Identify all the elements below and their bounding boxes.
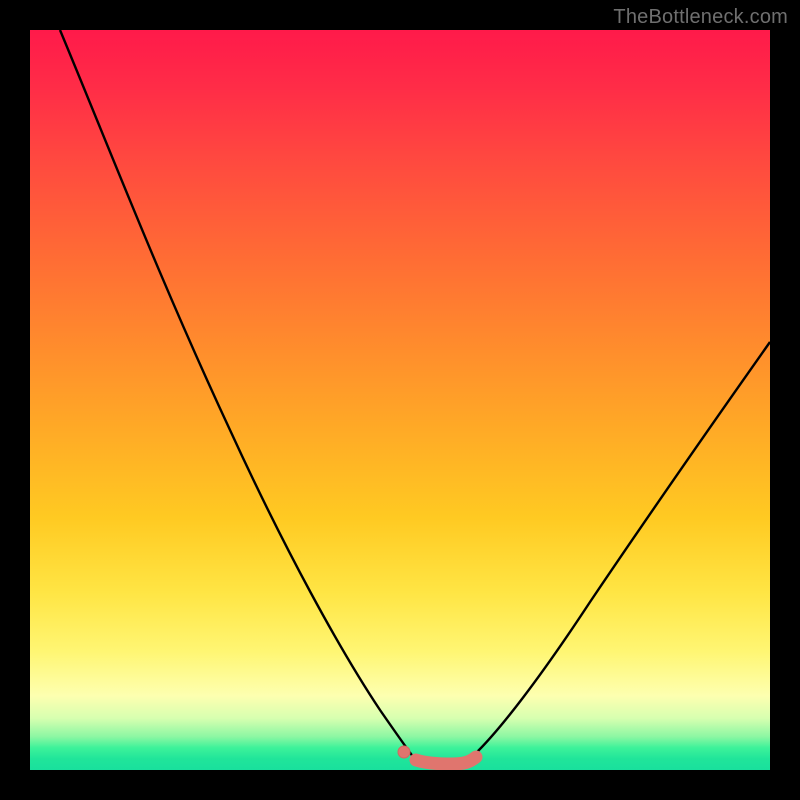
figure-frame: TheBottleneck.com — [0, 0, 800, 800]
curve-layer — [30, 30, 770, 770]
plot-area — [30, 30, 770, 770]
watermark-text: TheBottleneck.com — [613, 6, 788, 29]
right-curve — [474, 342, 770, 755]
left-curve — [60, 30, 414, 758]
valley-dot — [398, 746, 410, 758]
valley-segment — [416, 757, 476, 764]
